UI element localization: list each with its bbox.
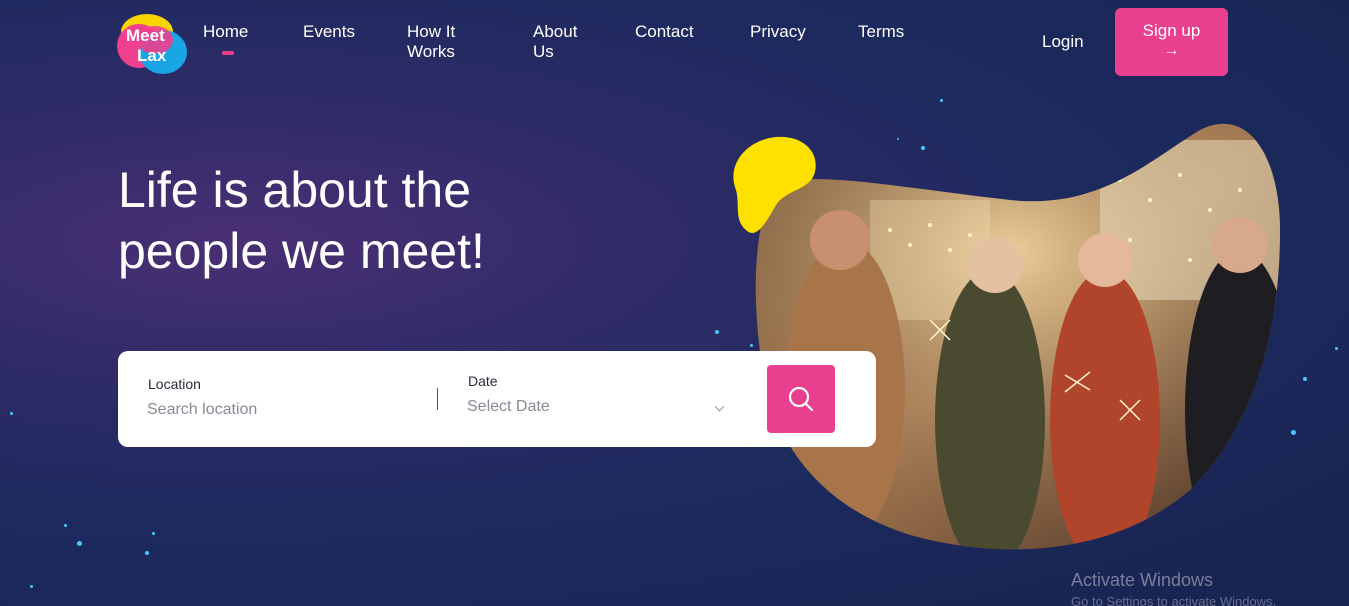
- chevron-down-icon[interactable]: [714, 401, 725, 412]
- login-link[interactable]: Login: [1042, 32, 1084, 52]
- sparkle-dot: [1291, 430, 1296, 435]
- sparkle-dot: [921, 146, 925, 150]
- sparkle-dot: [64, 524, 67, 527]
- sparkle-dot: [1335, 347, 1338, 350]
- arrow-right-icon: →: [1163, 42, 1180, 59]
- sparkle-dot: [10, 412, 13, 415]
- hero-headline-line2: people we meet!: [118, 223, 485, 279]
- date-label: Date: [468, 373, 498, 389]
- date-select[interactable]: [467, 398, 707, 416]
- nav-terms[interactable]: Terms: [858, 22, 904, 42]
- search-icon: [788, 386, 814, 412]
- sparkle-dot: [897, 138, 899, 140]
- hero-headline-line1: Life is about the: [118, 162, 472, 218]
- activate-windows-subtitle: Go to Settings to activate Windows.: [1071, 594, 1277, 606]
- nav-about-us[interactable]: About Us: [533, 22, 598, 62]
- nav-active-indicator: [222, 51, 234, 55]
- logo-text-top: Meet: [126, 26, 165, 45]
- logo-text-bottom: Lax: [137, 46, 167, 65]
- hero-headline: Life is about the people we meet!: [118, 160, 598, 282]
- sparkle-dot: [1303, 377, 1307, 381]
- location-label: Location: [148, 376, 201, 392]
- location-input[interactable]: [147, 401, 387, 419]
- nav-privacy[interactable]: Privacy: [750, 22, 806, 42]
- nav-how-it-works[interactable]: How It Works: [407, 22, 497, 62]
- nav-events[interactable]: Events: [303, 22, 355, 42]
- nav-home[interactable]: Home: [203, 22, 248, 42]
- signup-label: Sign up: [1142, 21, 1201, 40]
- yellow-blob-decoration: [733, 136, 816, 233]
- sparkle-dot: [750, 344, 753, 347]
- sparkle-dot: [152, 532, 155, 535]
- nav-contact[interactable]: Contact: [635, 22, 694, 42]
- sparkle-dot: [940, 99, 943, 102]
- signup-button[interactable]: Sign up →: [1115, 8, 1228, 76]
- landing-page: Meet Lax Home Events How It Works About …: [0, 0, 1349, 606]
- sparkle-dot: [145, 551, 149, 555]
- activate-windows-title: Activate Windows: [1071, 570, 1214, 590]
- meetlax-logo[interactable]: Meet Lax: [117, 10, 189, 76]
- sparkle-dot: [77, 541, 82, 546]
- search-button[interactable]: [767, 365, 835, 433]
- sparkle-dot: [30, 585, 33, 588]
- field-divider: [437, 388, 438, 410]
- search-card: Location Date: [118, 351, 876, 447]
- sparkle-dot: [715, 330, 719, 334]
